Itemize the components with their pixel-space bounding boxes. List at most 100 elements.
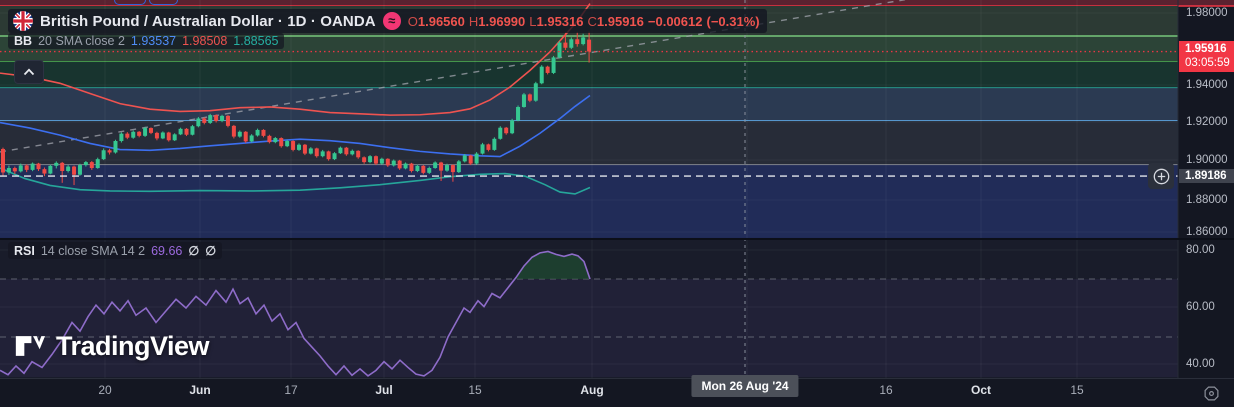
rsi-indicator-name: RSI bbox=[14, 243, 35, 258]
alert-price-badge: 1.89186 bbox=[1179, 169, 1234, 183]
candle bbox=[113, 139, 118, 154]
price-axis-label: 1.88000 bbox=[1186, 194, 1228, 206]
tradingview-logo-icon bbox=[15, 336, 46, 356]
price-axis-label: 80.00 bbox=[1186, 244, 1215, 256]
tradingview-chart-window: British Pound / Australian Dollar · 1D ·… bbox=[0, 0, 1234, 407]
time-axis-label: 15 bbox=[468, 383, 482, 397]
candle bbox=[314, 147, 319, 158]
scale-settings-icon bbox=[1204, 386, 1218, 400]
bb-basis-value: 1.93537 bbox=[130, 34, 177, 48]
candle bbox=[557, 41, 562, 59]
bar-close-countdown: 03:05:59 bbox=[1185, 56, 1230, 69]
candle bbox=[243, 131, 248, 143]
price-axis-label: 1.94000 bbox=[1186, 79, 1228, 91]
candle bbox=[291, 140, 296, 152]
candle bbox=[190, 124, 195, 136]
rsi-empty-value-1: ∅ bbox=[188, 244, 200, 258]
candle bbox=[172, 133, 177, 142]
candle bbox=[332, 152, 337, 161]
candle bbox=[338, 146, 343, 154]
candle bbox=[143, 126, 148, 137]
candle bbox=[326, 150, 331, 161]
candle bbox=[267, 134, 272, 144]
zone-fill bbox=[0, 0, 1234, 6]
crosshair-date-badge: Mon 26 Aug '24 bbox=[691, 375, 799, 397]
candle bbox=[196, 116, 201, 128]
candle bbox=[220, 114, 225, 123]
candle bbox=[30, 162, 35, 172]
candle bbox=[539, 65, 544, 85]
time-axis-label: 17 bbox=[284, 383, 298, 397]
rsi-indicator-params: 14 close SMA 14 2 bbox=[40, 243, 146, 258]
chevron-up-icon bbox=[23, 68, 35, 76]
bb-indicator-name: BB bbox=[14, 34, 33, 48]
zone-fill bbox=[0, 88, 1178, 122]
circle-plus-icon bbox=[1153, 168, 1169, 184]
candle bbox=[1, 147, 5, 176]
time-axis-label: Aug bbox=[580, 383, 604, 397]
candle bbox=[95, 157, 100, 169]
candle bbox=[521, 92, 526, 108]
candle bbox=[48, 164, 53, 175]
candle bbox=[119, 132, 124, 143]
time-axis-label: 20 bbox=[98, 383, 112, 397]
zone-fill bbox=[0, 62, 1178, 89]
price-axis-label: 1.98000 bbox=[1186, 7, 1228, 19]
low-value: 1.95316 bbox=[536, 13, 584, 29]
candle bbox=[397, 159, 402, 170]
clipped-toolbar-button[interactable] bbox=[149, 0, 178, 5]
symbol-legend-row[interactable]: British Pound / Australian Dollar · 1D ·… bbox=[8, 9, 767, 33]
axis-settings-button[interactable] bbox=[1200, 384, 1222, 402]
candle bbox=[368, 155, 373, 164]
change-value: −0.00612 bbox=[647, 13, 703, 29]
price-axis-label: 60.00 bbox=[1186, 301, 1215, 313]
delayed-data-icon[interactable]: ≈ bbox=[382, 12, 401, 30]
candle bbox=[510, 118, 515, 135]
symbol-flag-icon bbox=[13, 11, 33, 31]
candle bbox=[492, 137, 497, 151]
high-value: 1.96990 bbox=[478, 13, 526, 29]
time-axis-border bbox=[0, 378, 1234, 379]
candle bbox=[302, 143, 307, 156]
last-price-badge: 1.95916 03:05:59 bbox=[1179, 41, 1234, 72]
price-axis-label: 40.00 bbox=[1186, 358, 1215, 370]
pane-separator[interactable] bbox=[0, 238, 1234, 240]
price-axis-label: 1.86000 bbox=[1186, 226, 1228, 238]
candle bbox=[178, 127, 183, 136]
candle bbox=[498, 126, 503, 140]
rsi-value: 69.66 bbox=[151, 243, 183, 258]
candle bbox=[231, 124, 236, 139]
candle bbox=[456, 160, 461, 174]
bb-lower-value: 1.88565 bbox=[233, 34, 279, 48]
time-axis-label: Jul bbox=[375, 383, 393, 397]
clipped-toolbar-button[interactable] bbox=[114, 0, 146, 5]
rsi-legend-row[interactable]: RSI 14 close SMA 14 2 69.66 ∅ ∅ bbox=[8, 242, 223, 259]
candle bbox=[516, 105, 521, 122]
zone-fill bbox=[0, 121, 1178, 166]
symbol-title[interactable]: British Pound / Australian Dollar · 1D ·… bbox=[40, 13, 376, 30]
candle bbox=[279, 137, 284, 148]
candle bbox=[77, 163, 82, 176]
collapse-legend-button[interactable] bbox=[14, 60, 44, 84]
candle bbox=[551, 55, 556, 75]
candle bbox=[166, 131, 171, 142]
bb-legend-row[interactable]: BB 20 SMA close 2 1.93537 1.98508 1.8856… bbox=[8, 33, 285, 49]
add-alert-plus-button[interactable] bbox=[1148, 163, 1174, 189]
last-price-value: 1.95916 bbox=[1185, 43, 1227, 55]
rsi-empty-value-2: ∅ bbox=[205, 244, 217, 258]
candle bbox=[474, 152, 479, 165]
tradingview-logo-text: TradingView bbox=[56, 330, 210, 361]
time-axis-label: 15 bbox=[1070, 383, 1084, 397]
time-axis-label: Jun bbox=[189, 383, 211, 397]
candle bbox=[533, 81, 538, 102]
price-axis-label: 1.90000 bbox=[1186, 154, 1228, 166]
change-percent: (−0.31%) bbox=[706, 13, 760, 29]
candle bbox=[468, 154, 473, 166]
close-value: 1.95916 bbox=[596, 13, 644, 29]
candle bbox=[208, 113, 213, 124]
open-value: 1.96560 bbox=[417, 13, 465, 29]
price-axis-label: 1.92000 bbox=[1186, 116, 1228, 128]
tradingview-logo[interactable]: TradingView bbox=[13, 329, 210, 363]
ohlc-values: O1.96560 H1.96990 L1.95316 C1.95916 −0.0… bbox=[407, 13, 760, 29]
time-axis-label: 16 bbox=[879, 383, 893, 397]
